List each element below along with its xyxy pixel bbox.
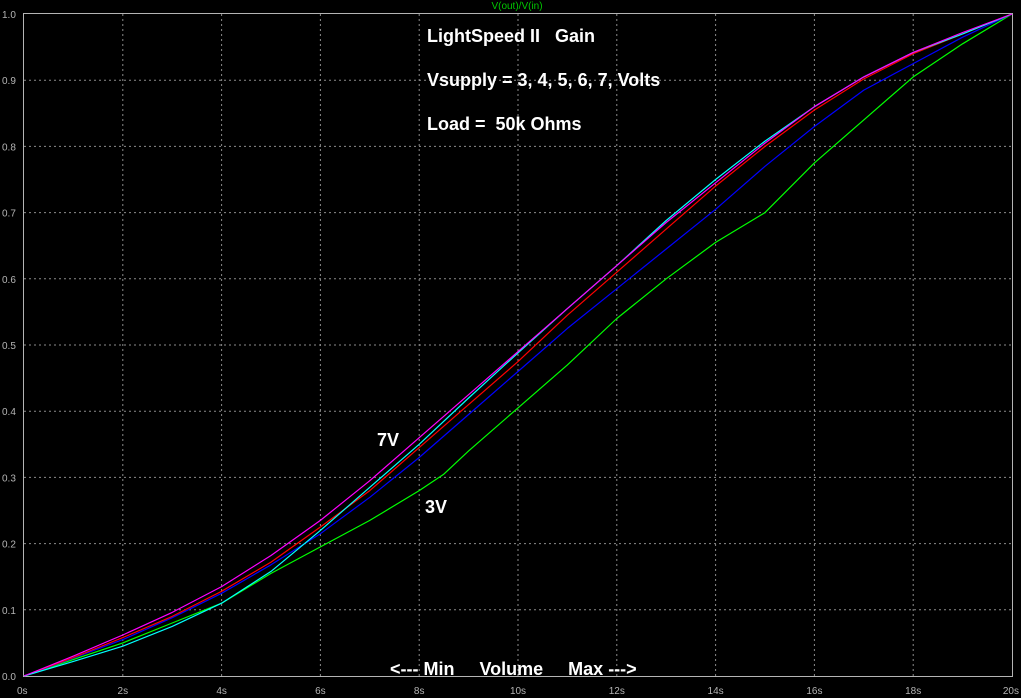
y-tick-label: 0.7 xyxy=(2,209,16,220)
x-tick-label: 18s xyxy=(905,686,921,697)
x-tick-label: 10s xyxy=(510,686,526,697)
y-tick-label: 0.5 xyxy=(2,341,16,352)
x-tick-label: 16s xyxy=(806,686,822,697)
y-tick-label: 0.1 xyxy=(2,606,16,617)
y-tick-label: 0.3 xyxy=(2,473,16,484)
x-tick-label: 0s xyxy=(17,686,28,697)
y-tick-label: 0.2 xyxy=(2,540,16,551)
x-tick-label: 14s xyxy=(708,686,724,697)
y-tick-label: 0.0 xyxy=(2,672,16,683)
trace-header[interactable]: V(out)/V(in) xyxy=(491,1,542,12)
x-tick-label: 2s xyxy=(118,686,129,697)
x-tick-label: 20s xyxy=(1003,686,1019,697)
chart-title: LightSpeed II Gain xyxy=(427,26,595,46)
y-tick-label: 0.9 xyxy=(2,76,16,87)
y-tick-label: 0.8 xyxy=(2,142,16,153)
x-tick-label: 12s xyxy=(609,686,625,697)
x-tick-label: 4s xyxy=(216,686,227,697)
y-tick-label: 1.0 xyxy=(2,10,16,21)
load-annotation: Load = 50k Ohms xyxy=(427,114,582,134)
volume-annotation: <--- Min Volume Max ---> xyxy=(390,659,637,679)
x-tick-label: 8s xyxy=(414,686,425,697)
y-tick-label: 0.6 xyxy=(2,275,16,286)
y-tick-label: 0.4 xyxy=(2,407,16,418)
supply-annotation: Vsupply = 3, 4, 5, 6, 7, Volts xyxy=(427,70,660,90)
label-7v: 7V xyxy=(377,430,399,450)
gain-plot: V(out)/V(in) 0.0 0.1 0.2 0.3 0.4 0.5 0.6 0.7 0.8… xyxy=(0,0,1021,698)
plot-background xyxy=(0,0,1021,698)
label-3v: 3V xyxy=(425,497,447,517)
x-tick-label: 6s xyxy=(315,686,326,697)
